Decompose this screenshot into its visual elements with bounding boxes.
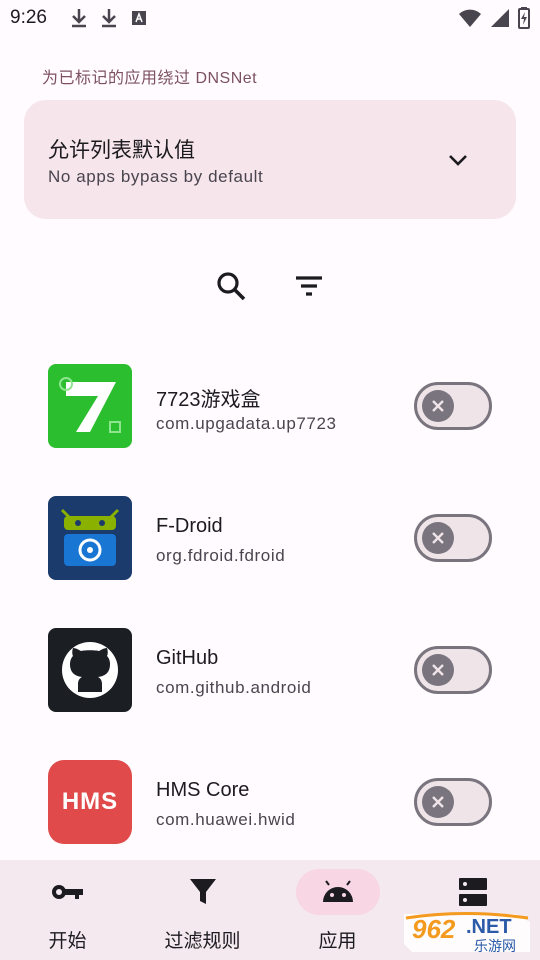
filter-funnel-icon (189, 879, 216, 904)
system-icons (458, 7, 530, 29)
app-package: com.upgadata.up7723 (156, 414, 337, 433)
bypass-toggle[interactable] (414, 514, 492, 562)
watermark-number: 962 (412, 914, 456, 944)
app-notification-icon (132, 11, 146, 25)
app-package: org.fdroid.fdroid (156, 546, 286, 565)
mode-title: 允许列表默认值 (48, 139, 195, 162)
app-package: com.github.android (156, 678, 312, 697)
close-icon (432, 664, 444, 676)
list-item[interactable]: GitHub com.github.android (0, 594, 540, 726)
status-time: 9:26 (10, 7, 47, 28)
app-7723-icon (48, 364, 132, 448)
nav-label: 应用 (318, 931, 357, 952)
nav-item-filter-rules[interactable]: 过滤规则 (135, 860, 270, 960)
nav-item-apps[interactable]: 应用 (270, 860, 405, 960)
dns-icon (458, 878, 487, 906)
battery-icon (518, 7, 530, 29)
list-item[interactable]: F-Droid org.fdroid.fdroid (0, 462, 540, 594)
wifi-icon (459, 9, 481, 27)
section-title: 为已标记的应用绕过 DNSNet (42, 70, 258, 87)
watermark-logo: 962 .NET 乐游网 (400, 908, 536, 956)
nav-label: 过滤规则 (164, 931, 241, 952)
app-hms-core-icon: HMS (48, 760, 132, 844)
toggle-thumb (422, 786, 454, 818)
search-icon (217, 272, 246, 301)
download-icon (72, 9, 86, 28)
close-icon (432, 400, 444, 412)
bypass-toggle[interactable] (414, 778, 492, 826)
app-github-icon (48, 628, 132, 712)
list-item[interactable]: 7723游戏盒 com.upgadata.up7723 (0, 330, 540, 462)
app-package: com.huawei.hwid (156, 810, 296, 829)
watermark-sub: 乐游网 (474, 938, 516, 954)
toggle-thumb (422, 654, 454, 686)
close-icon (432, 796, 444, 808)
android-icon (322, 880, 353, 902)
key-icon (51, 885, 83, 899)
filter-icon (296, 276, 322, 296)
app-fdroid-icon (48, 496, 132, 580)
nav-item-start[interactable]: 开始 (0, 860, 135, 960)
app-name: 7723游戏盒 (156, 389, 261, 411)
list-item[interactable]: HMS HMS Core com.huawei.hwid (0, 726, 540, 858)
close-icon (432, 532, 444, 544)
mode-subtitle: No apps bypass by default (48, 167, 264, 186)
toggle-thumb (422, 390, 454, 422)
app-name: GitHub (156, 647, 219, 669)
nav-label: 开始 (48, 931, 87, 952)
filter-button[interactable] (292, 270, 326, 304)
toggle-thumb (422, 522, 454, 554)
allowlist-mode-dropdown[interactable]: 允许列表默认值 No apps bypass by default (24, 100, 516, 219)
app-name: HMS Core (156, 779, 250, 801)
app-name: F-Droid (156, 515, 223, 537)
bypass-toggle[interactable] (414, 382, 492, 430)
notification-icons (70, 8, 148, 28)
search-button[interactable] (214, 269, 248, 303)
status-bar: 9:26 (0, 0, 540, 36)
download-icon (102, 9, 116, 28)
hms-logo-text: HMS (61, 788, 119, 815)
bypass-toggle[interactable] (414, 646, 492, 694)
signal-icon (491, 9, 509, 27)
chevron-down-icon (449, 155, 467, 166)
